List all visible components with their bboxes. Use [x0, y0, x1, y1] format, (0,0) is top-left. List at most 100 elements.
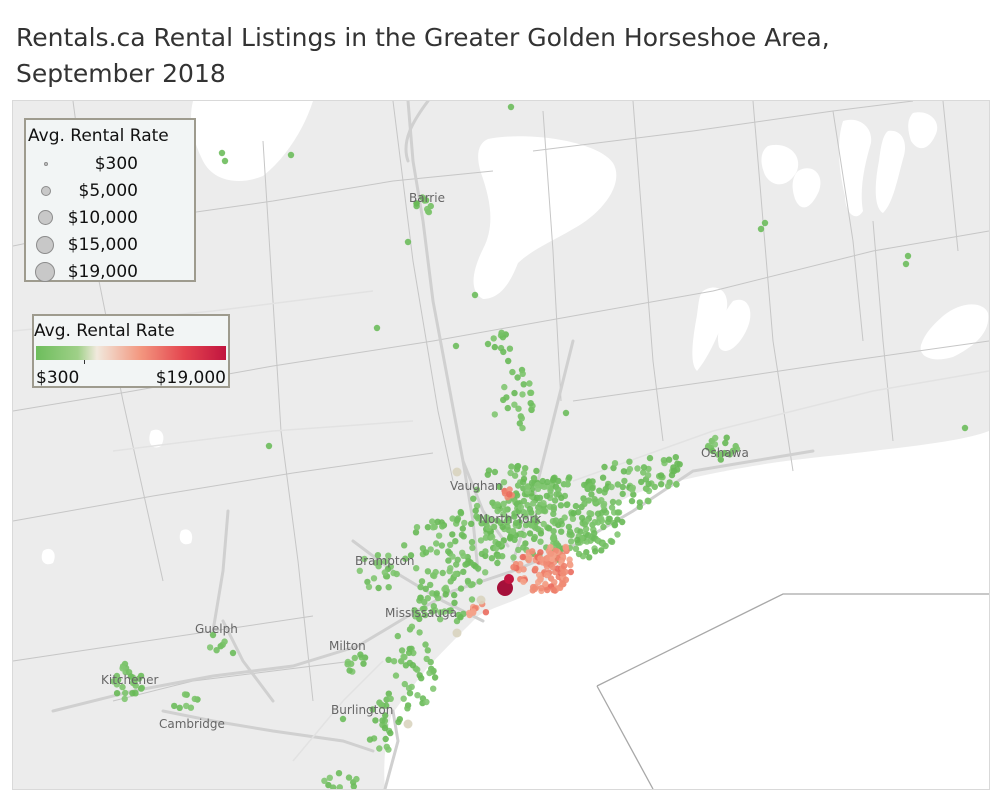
listing-point[interactable] — [531, 533, 538, 541]
listing-point[interactable] — [550, 586, 557, 594]
listing-point[interactable] — [609, 498, 617, 506]
listing-point[interactable] — [506, 535, 514, 542]
listing-point[interactable] — [520, 531, 527, 539]
listing-point[interactable] — [265, 442, 273, 450]
listing-point[interactable] — [405, 649, 413, 656]
listing-point[interactable] — [540, 520, 547, 528]
listing-point[interactable] — [600, 500, 608, 508]
listing-point[interactable] — [438, 542, 446, 549]
listing-point[interactable] — [561, 514, 568, 521]
listing-point[interactable] — [602, 486, 609, 493]
listing-point[interactable] — [414, 692, 421, 699]
listing-point[interactable] — [527, 400, 534, 407]
listing-point[interactable] — [366, 736, 374, 743]
listing-point[interactable] — [442, 584, 449, 591]
listing-point[interactable] — [614, 531, 621, 538]
listing-point[interactable] — [519, 370, 526, 377]
listing-point[interactable] — [287, 151, 295, 159]
listing-point[interactable] — [449, 531, 456, 538]
listing-point[interactable] — [555, 486, 562, 493]
listing-point[interactable] — [562, 545, 569, 552]
listing-point[interactable] — [645, 480, 652, 488]
listing-point[interactable] — [547, 550, 555, 557]
listing-point[interactable] — [566, 528, 574, 535]
listing-point[interactable] — [351, 654, 358, 662]
listing-point[interactable] — [439, 569, 446, 577]
listing-point[interactable] — [452, 538, 459, 545]
listing-point[interactable] — [396, 716, 403, 723]
listing-point[interactable] — [608, 483, 615, 491]
listing-point[interactable] — [591, 530, 598, 537]
listing-point[interactable] — [657, 472, 665, 479]
listing-point[interactable] — [482, 548, 489, 555]
listing-point[interactable] — [442, 591, 449, 598]
listing-point[interactable] — [400, 653, 407, 660]
listing-point[interactable] — [183, 702, 190, 710]
listing-point[interactable] — [385, 584, 392, 591]
listing-point[interactable] — [468, 538, 476, 546]
listing-point[interactable] — [589, 484, 596, 492]
listing-point[interactable] — [506, 345, 514, 352]
listing-point[interactable] — [636, 499, 643, 506]
listing-point[interactable] — [469, 544, 476, 552]
listing-point[interactable] — [376, 745, 383, 752]
listing-point[interactable] — [505, 357, 512, 365]
listing-point[interactable] — [422, 549, 430, 556]
listing-point[interactable] — [520, 566, 527, 573]
listing-point[interactable] — [567, 561, 574, 569]
listing-point[interactable] — [904, 252, 912, 260]
listing-point[interactable] — [129, 690, 136, 697]
listing-point[interactable] — [206, 644, 214, 651]
listing-point[interactable] — [568, 538, 575, 545]
listing-point[interactable] — [611, 460, 619, 467]
listing-point[interactable] — [416, 629, 423, 636]
listing-point[interactable] — [601, 463, 608, 471]
listing-point[interactable] — [504, 574, 514, 584]
listing-point[interactable] — [558, 581, 566, 588]
listing-point[interactable] — [520, 544, 527, 551]
listing-point[interactable] — [517, 504, 525, 511]
listing-point[interactable] — [902, 260, 910, 268]
listing-point[interactable] — [673, 481, 680, 488]
listing-point[interactable] — [530, 500, 537, 507]
listing-point[interactable] — [511, 472, 519, 479]
listing-point[interactable] — [489, 533, 496, 541]
listing-point[interactable] — [460, 552, 467, 559]
listing-point[interactable] — [501, 383, 508, 391]
listing-point[interactable] — [645, 498, 652, 505]
listing-point[interactable] — [566, 556, 573, 563]
listing-point[interactable] — [457, 510, 465, 517]
listing-point[interactable] — [510, 564, 517, 571]
listing-point[interactable] — [564, 501, 571, 508]
listing-point[interactable] — [592, 548, 599, 555]
listing-point[interactable] — [454, 515, 462, 522]
listing-point[interactable] — [379, 717, 386, 724]
listing-point[interactable] — [503, 394, 510, 401]
listing-point[interactable] — [619, 518, 626, 526]
listing-point[interactable] — [569, 515, 577, 522]
listing-point[interactable] — [547, 544, 554, 551]
listing-point[interactable] — [499, 553, 506, 560]
listing-point[interactable] — [488, 555, 496, 562]
listing-point[interactable] — [393, 570, 400, 578]
listing-point[interactable] — [524, 488, 532, 495]
listing-point[interactable] — [373, 324, 381, 332]
listing-point[interactable] — [574, 536, 581, 544]
listing-point[interactable] — [544, 586, 551, 594]
listing-point[interactable] — [621, 477, 628, 485]
listing-point[interactable] — [608, 538, 616, 545]
listing-point[interactable] — [408, 623, 416, 630]
listing-point[interactable] — [508, 463, 515, 470]
listing-point[interactable] — [514, 374, 521, 381]
listing-point[interactable] — [600, 523, 607, 531]
listing-point[interactable] — [326, 774, 333, 781]
listing-point[interactable] — [543, 555, 550, 562]
listing-point[interactable] — [665, 456, 673, 463]
listing-point[interactable] — [646, 454, 654, 462]
listing-point[interactable] — [470, 495, 477, 502]
listing-point[interactable] — [581, 500, 588, 508]
listing-point[interactable] — [472, 507, 479, 514]
listing-point[interactable] — [462, 561, 469, 568]
listing-point[interactable] — [558, 528, 565, 535]
listing-point[interactable] — [346, 667, 353, 674]
